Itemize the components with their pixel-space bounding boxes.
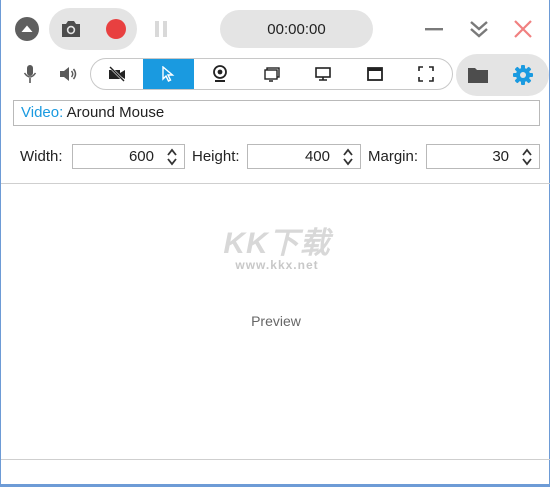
height-label: Height:: [192, 148, 240, 165]
mode-screen[interactable]: [297, 59, 349, 89]
app-window: 00:00:00 Video: Around Mouse Width: 600 …: [0, 0, 550, 487]
width-input[interactable]: 600: [72, 144, 185, 169]
webcam-icon: [213, 65, 227, 82]
settings-button[interactable]: [510, 62, 536, 88]
mode-around-mouse[interactable]: [142, 59, 195, 89]
divider-top: [1, 183, 550, 184]
width-value: 600: [128, 148, 154, 165]
video-source-value: Around Mouse: [66, 104, 165, 121]
microphone-button[interactable]: [20, 62, 40, 86]
close-button[interactable]: [510, 16, 536, 42]
record-timer: 00:00:00: [220, 10, 373, 48]
mode-region[interactable]: [246, 59, 298, 89]
spinner-arrows-icon[interactable]: [521, 147, 533, 167]
screen-icon: [263, 67, 280, 82]
video-source-label: Video:: [21, 104, 64, 121]
folder-icon: [468, 68, 488, 83]
video-source-field[interactable]: Video: Around Mouse: [13, 100, 540, 126]
screenshot-button[interactable]: [58, 16, 84, 42]
mode-window[interactable]: [349, 59, 401, 89]
pause-button[interactable]: [149, 16, 173, 42]
gear-icon: [513, 65, 533, 85]
mode-webcam[interactable]: [194, 59, 246, 89]
window-icon: [366, 67, 383, 81]
divider-bottom: [1, 459, 550, 460]
record-icon: [106, 19, 126, 39]
close-icon: [514, 20, 532, 38]
dimension-settings: Width: 600 Height: 400 Margin: 30: [1, 143, 550, 171]
mode-no-video[interactable]: [91, 59, 143, 89]
main-toolbar: 00:00:00: [1, 0, 550, 56]
pause-icon: [155, 21, 167, 37]
fullscreen-icon: [418, 66, 435, 82]
spinner-arrows-icon[interactable]: [342, 147, 354, 167]
double-chevron-down-icon: [470, 21, 488, 38]
minimize-button[interactable]: [421, 16, 447, 42]
mode-fullscreen[interactable]: [400, 59, 452, 89]
preview-label: Preview: [251, 313, 301, 329]
watermark-logo: KK下载: [223, 227, 331, 260]
spinner-arrows-icon[interactable]: [166, 147, 178, 167]
speaker-icon: [60, 67, 77, 81]
camera-icon: [62, 21, 80, 37]
capture-mode-selector: [90, 58, 453, 90]
no-video-icon: [108, 66, 125, 82]
compact-button[interactable]: [466, 16, 492, 42]
margin-input[interactable]: 30: [426, 144, 540, 169]
height-value: 400: [304, 148, 330, 165]
speaker-button[interactable]: [57, 62, 79, 86]
record-button[interactable]: [103, 16, 129, 42]
collapse-button[interactable]: [14, 16, 40, 42]
watermark-url: www.kkx.net: [235, 258, 319, 272]
minimize-icon: [425, 28, 443, 31]
margin-label: Margin:: [368, 148, 419, 165]
open-folder-button[interactable]: [465, 62, 491, 88]
monitor-icon: [315, 67, 331, 81]
margin-value: 30: [492, 148, 509, 165]
width-label: Width:: [20, 148, 63, 165]
microphone-icon: [23, 65, 37, 83]
chevron-up-circle-icon: [15, 17, 39, 41]
height-input[interactable]: 400: [247, 144, 361, 169]
cursor-icon: [162, 66, 175, 82]
